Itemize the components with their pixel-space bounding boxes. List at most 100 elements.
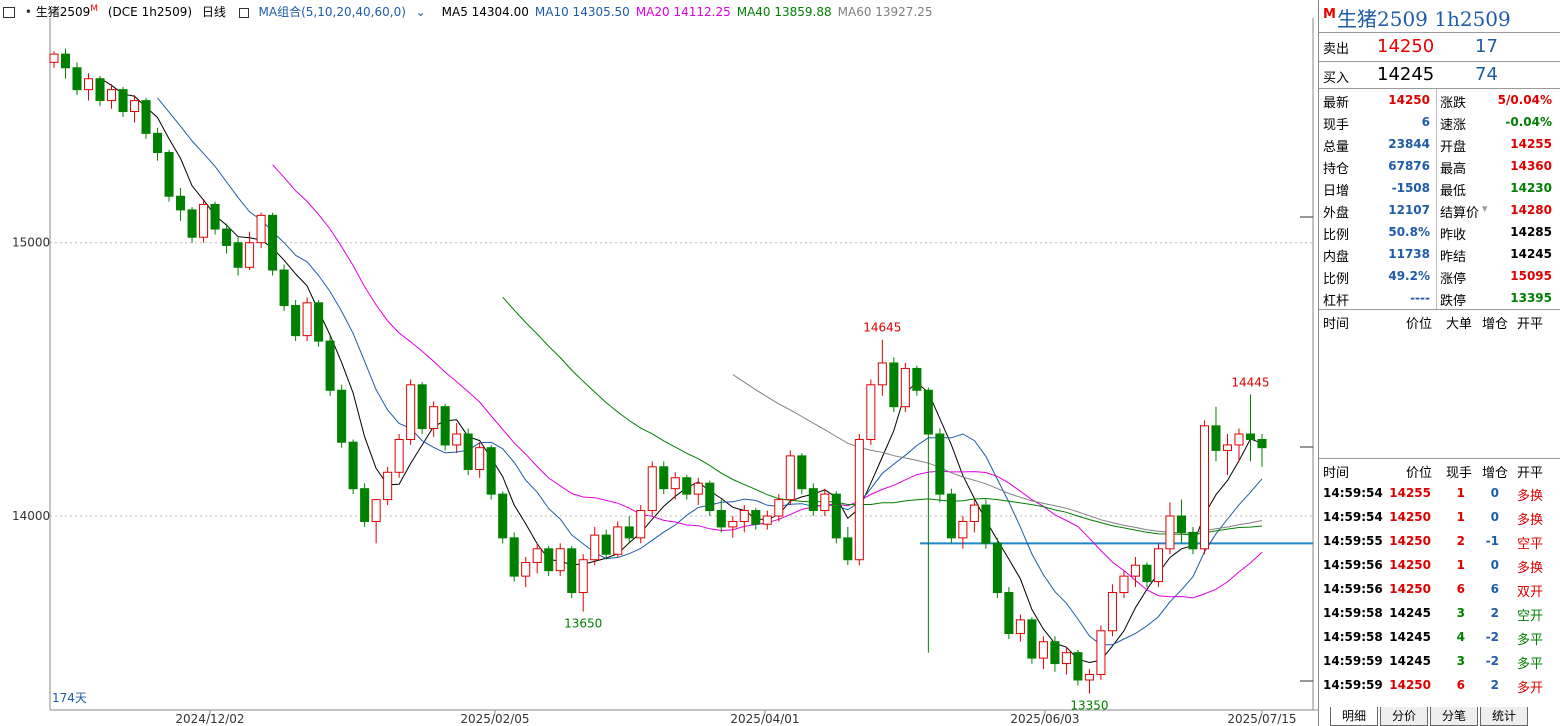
- tick-time: 14:59:56: [1323, 582, 1383, 596]
- candle-body: [371, 499, 381, 522]
- tick-chg: -1: [1485, 534, 1499, 548]
- candle-body: [1061, 652, 1071, 665]
- tick-row: 14:59:54 14255 1 0 多换: [1319, 482, 1560, 506]
- candle-body: [555, 548, 565, 572]
- tick-row: 14:59:55 14250 2 -1 空平: [1319, 530, 1560, 554]
- candle-body: [762, 515, 772, 525]
- stat-right-2: 开盘 14255: [1440, 137, 1552, 155]
- candle-body: [774, 499, 784, 517]
- column-header: 现手: [1446, 466, 1473, 481]
- panel-title-mark: M: [1323, 7, 1336, 22]
- tab-0[interactable]: 明细: [1330, 707, 1378, 726]
- tick-type: 多平: [1517, 657, 1544, 672]
- extreme-label: 13350: [1070, 699, 1108, 713]
- candle-body: [544, 548, 554, 572]
- column-header: 增仓: [1482, 317, 1509, 332]
- x-tick-label: 2025/07/15: [1227, 712, 1296, 726]
- tick-time: 14:59:59: [1323, 654, 1383, 668]
- candle-body: [532, 548, 542, 563]
- candle-body: [1027, 619, 1037, 659]
- candle-body: [624, 526, 634, 539]
- tick-time: 14:59:58: [1323, 630, 1383, 644]
- candle-body: [1211, 425, 1221, 451]
- tick-vol: 1: [1456, 558, 1465, 572]
- candle-body: [1084, 674, 1094, 681]
- candle-body: [440, 406, 450, 446]
- tick-type: 多换: [1517, 489, 1544, 504]
- candle-body: [314, 302, 324, 342]
- ma5-line: [99, 77, 1263, 664]
- candle-body: [475, 447, 485, 471]
- candle-body: [601, 534, 611, 555]
- ask-price: 14250: [1377, 36, 1435, 57]
- tick-vol: 4: [1456, 630, 1465, 644]
- bid-price: 14245: [1377, 64, 1435, 85]
- candle-body: [969, 504, 979, 522]
- stat-right-1: 速涨 -0.04%: [1440, 115, 1552, 133]
- candle-body: [808, 488, 818, 512]
- candle-body: [1222, 444, 1233, 451]
- tick-price: 14250: [1389, 510, 1431, 524]
- candle-body: [348, 441, 358, 490]
- stat-right-4: 最低 14230: [1440, 181, 1552, 199]
- tick-price: 14250: [1389, 678, 1431, 692]
- bid-row: 买入 14245 74: [1323, 64, 1498, 86]
- tick-price: 14245: [1389, 654, 1431, 668]
- candle-body: [1073, 652, 1083, 681]
- candle-body: [1038, 641, 1048, 659]
- kline-chart[interactable]: • 生猪2509M (DCE 1h2509) 日线 MA组合(5,10,20,4…: [0, 0, 1318, 726]
- candle-body: [693, 482, 703, 495]
- tab-1[interactable]: 分价: [1380, 707, 1428, 726]
- tick-vol: 1: [1456, 510, 1465, 524]
- candle-body: [417, 384, 427, 430]
- candle-body: [406, 384, 416, 440]
- x-tick-label: 2025/06/03: [1010, 712, 1079, 726]
- candle-body: [153, 132, 163, 154]
- candle-body: [659, 466, 669, 490]
- candle-body: [210, 203, 220, 230]
- candle-body: [187, 209, 197, 238]
- tick-time: 14:59:54: [1323, 486, 1383, 500]
- tick-price: 14255: [1389, 486, 1431, 500]
- x-tick-label: 2025/02/05: [460, 712, 529, 726]
- tick-chg: -2: [1485, 654, 1499, 668]
- tab-2[interactable]: 分笔: [1430, 707, 1478, 726]
- candle-body: [670, 477, 680, 490]
- column-header: 价位: [1406, 466, 1433, 481]
- stat-right-8: 涨停 15095: [1440, 269, 1552, 287]
- candle-body: [854, 438, 864, 561]
- panel-tabs: 明细 分价 分笔 统计: [1330, 707, 1560, 726]
- stat-right-3: 最高 14360: [1440, 159, 1552, 177]
- tick-time: 14:59:59: [1323, 678, 1383, 692]
- tick-row: 14:59:54 14250 1 0 多换: [1319, 506, 1560, 530]
- stat-right-6: 昨收 14285: [1440, 225, 1552, 243]
- candle-body: [739, 510, 749, 522]
- candle-body: [452, 433, 462, 446]
- tick-header: 时间 价位 现手 增仓 开平: [1319, 459, 1560, 481]
- candle-body: [291, 305, 301, 337]
- tab-3[interactable]: 统计: [1480, 707, 1528, 726]
- candle-body: [199, 203, 209, 238]
- column-header: 价位: [1406, 317, 1433, 332]
- tick-row: 14:59:56 14250 1 0 多换: [1319, 554, 1560, 578]
- candle-body: [613, 526, 623, 555]
- candle-body: [245, 242, 255, 268]
- candle-body: [83, 78, 94, 91]
- chart-canvas[interactable]: 15000 14000 2024/12/02 2025/02/05 2025/04/01…: [0, 0, 1318, 726]
- candle-body: [797, 455, 807, 490]
- column-header: 大单: [1446, 317, 1473, 332]
- candle-body: [325, 340, 335, 391]
- quote-panel: M 生猪2509 1h2509 卖出 14250 17 买入 14245 74 …: [1318, 0, 1560, 726]
- tick-type: 多开: [1517, 681, 1544, 696]
- ma20-line: [272, 164, 1263, 599]
- tick-vol: 1: [1456, 486, 1465, 500]
- tick-price: 14245: [1389, 606, 1431, 620]
- tick-chg: 0: [1490, 486, 1499, 500]
- candle-body: [1188, 531, 1198, 550]
- candle-body: [728, 520, 738, 528]
- big-order-header: 时间 价位 大单 增仓 开平: [1319, 310, 1560, 332]
- candle-body: [647, 466, 657, 512]
- tick-time: 14:59:56: [1323, 558, 1383, 572]
- candle-body: [60, 53, 71, 69]
- tick-time: 14:59:58: [1323, 606, 1383, 620]
